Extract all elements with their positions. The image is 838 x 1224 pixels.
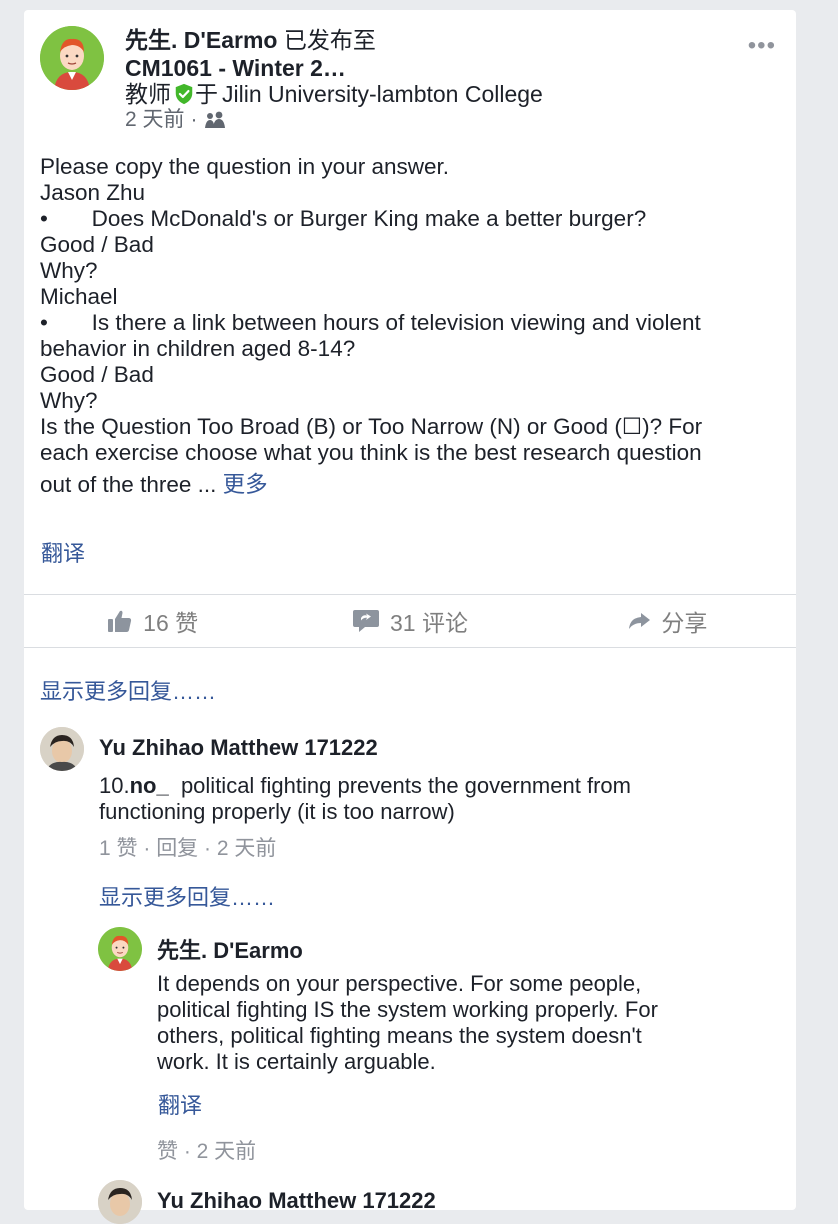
author-avatar[interactable] [40, 26, 104, 90]
comment-time[interactable]: 2 天前 [217, 837, 277, 860]
comment-bold: no_ [129, 773, 169, 798]
posted-to-label: 已发布至 [283, 27, 376, 53]
thumbs-up-icon [108, 610, 132, 632]
like-button[interactable]: 16 赞 [24, 604, 281, 638]
post-last-text: out of the three ... [40, 472, 223, 497]
meta-dot: · [183, 1140, 197, 1163]
author-name[interactable]: 先生. D'Earmo [125, 27, 277, 53]
comment-rest: political fighting prevents the governme… [168, 773, 631, 798]
commenter-avatar[interactable] [40, 727, 84, 771]
post-card: 先生. D'Earmo 已发布至 CM1061 - Winter 2… 教师 于… [24, 10, 796, 1224]
post-line: Good / Bad [40, 362, 154, 387]
show-more-replies-link[interactable]: 显示更多回复…… [99, 880, 275, 912]
group-audience-icon [204, 111, 225, 128]
post-line: Please copy the question in your answer. [40, 154, 449, 179]
reply-author-avatar[interactable] [98, 927, 142, 971]
comment-text-line2: functioning properly (it is too narrow) [99, 799, 455, 824]
comment-meta: 1 赞 · 回复 · 2 天前 [99, 832, 276, 862]
comment-text-line1: 10.no_ political fighting prevents the g… [99, 773, 631, 799]
post-author-line: 先生. D'Earmo 已发布至 [125, 24, 376, 56]
show-more-comments-link[interactable]: 显示更多回复…… [40, 674, 216, 706]
see-more-link[interactable]: 更多 [223, 472, 268, 497]
org-name[interactable]: Jilin University-lambton College [222, 78, 543, 110]
post-line: each exercise choose what you think is t… [40, 440, 702, 465]
comment-button[interactable]: 31 评论 [281, 604, 538, 638]
reply-text-line: It depends on your perspective. For some… [157, 971, 642, 996]
reply-time[interactable]: 2 天前 [197, 1140, 257, 1163]
comment-prefix: 10. [99, 773, 130, 798]
post-line: Why? [40, 388, 98, 413]
next-commenter-avatar[interactable] [98, 1180, 142, 1224]
translate-post-link[interactable]: 翻译 [41, 536, 85, 568]
reply-text-line: political fighting IS the system working… [157, 997, 658, 1022]
comment-icon [353, 610, 379, 632]
translate-reply-link[interactable]: 翻译 [158, 1088, 202, 1120]
comment-reply-link[interactable]: 回复 [156, 837, 198, 860]
post-last-line: out of the three ... 更多 [40, 472, 770, 498]
post-line: • Is there a link between hours of telev… [40, 310, 701, 335]
post-time[interactable]: 2 天前 [125, 106, 185, 134]
comment-like-count[interactable]: 1 赞 [99, 837, 138, 860]
reply-author-name[interactable]: 先生. D'Earmo [157, 933, 303, 965]
post-line: • Does McDonald's or Burger King make a … [40, 206, 647, 231]
next-commenter-name[interactable]: Yu Zhihao Matthew 171222 [157, 1188, 436, 1214]
post-meta: 2 天前 · [125, 106, 226, 134]
share-button[interactable]: 分享 [539, 604, 796, 638]
commenter-name[interactable]: Yu Zhihao Matthew 171222 [99, 735, 378, 761]
post-actions-bar: 16 赞 31 评论 分享 [24, 594, 796, 648]
post-options-button[interactable]: ••• [748, 32, 776, 60]
reply-like-link[interactable]: 赞 [157, 1140, 178, 1163]
post-line: Good / Bad [40, 232, 154, 257]
post-line: Is the Question Too Broad (B) or Too Nar… [40, 414, 703, 439]
verified-shield-icon [175, 83, 193, 105]
post-body: Please copy the question in your answer.… [40, 154, 770, 498]
comment-count-label: 31 评论 [390, 610, 468, 636]
like-count-label: 16 赞 [143, 610, 199, 636]
share-icon [629, 613, 651, 629]
meta-dot: · [190, 108, 198, 131]
meta-dot: · [143, 837, 157, 860]
post-line: Why? [40, 258, 98, 283]
post-line: Michael [40, 284, 118, 309]
post-line: behavior in children aged 8-14? [40, 336, 356, 361]
meta-dot: · [204, 837, 217, 860]
reply-text-line: others, political fighting means the sys… [157, 1023, 642, 1048]
reply-text-line: work. It is certainly arguable. [157, 1049, 436, 1074]
post-line: Jason Zhu [40, 180, 146, 205]
reply-meta: 赞 · 2 天前 [157, 1135, 256, 1165]
share-label: 分享 [661, 610, 708, 636]
